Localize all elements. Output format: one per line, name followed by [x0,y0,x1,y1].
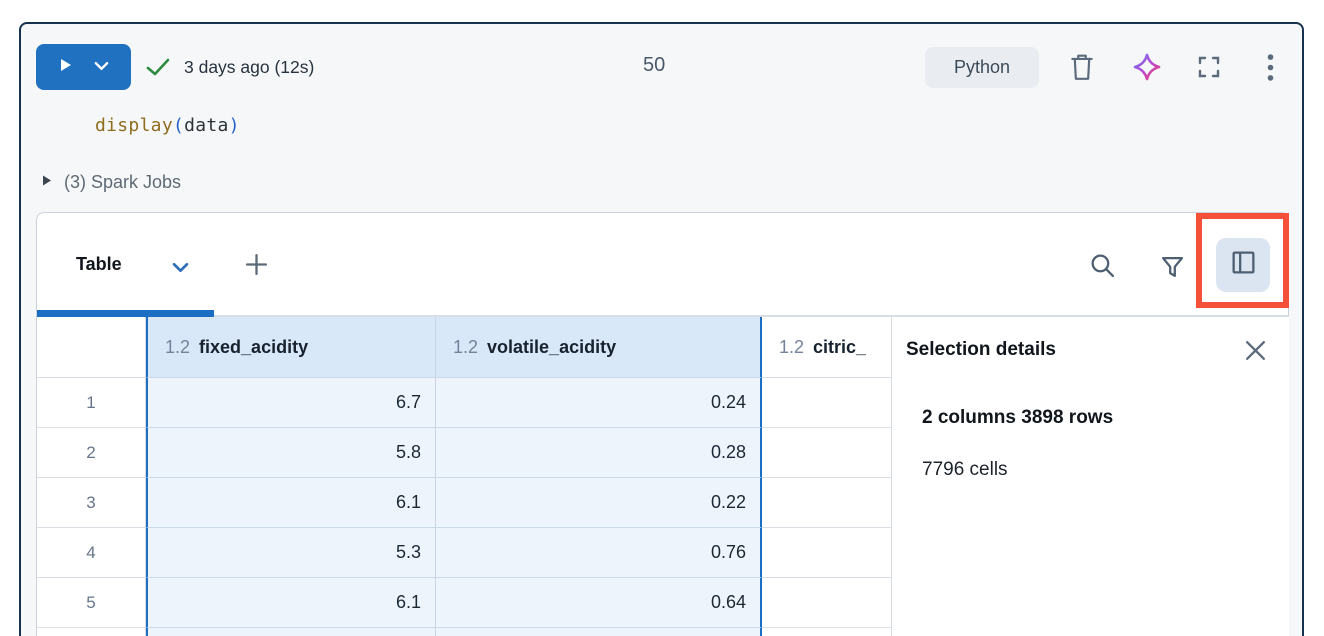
close-icon[interactable] [1244,339,1267,367]
table-cell[interactable]: 0.22 [436,478,762,528]
table-cell[interactable] [436,628,762,636]
assistant-sparkle-icon[interactable] [1132,52,1162,82]
code-paren-open: ( [172,115,185,136]
column-header-volatile-acidity[interactable]: 1.2 volatile_acidity [436,317,762,378]
execution-count: 50 [643,54,666,76]
last-run-status: 3 days ago (12s) [184,57,315,77]
success-check-icon [146,57,170,82]
expand-icon[interactable] [1197,55,1221,79]
annotation-highlight-box [1196,213,1289,308]
notebook-cell-screenshot: 3 days ago (12s) 50 Python display(data)… [0,0,1324,636]
table-cell[interactable]: 6.1 [146,578,436,628]
row-number[interactable]: 5 [37,578,146,628]
row-number-header[interactable] [37,317,146,378]
selection-cell-count: 7796 cells [922,459,1008,480]
row-number[interactable] [37,628,146,636]
row-number[interactable]: 3 [37,478,146,528]
numeric-type-icon: 1.2 [453,336,479,357]
filter-icon[interactable] [1160,254,1185,284]
code-editor-line[interactable]: display(data) [95,115,240,136]
row-number[interactable]: 2 [37,428,146,478]
run-cell-button[interactable] [36,44,131,90]
play-icon [58,57,73,78]
column-header-fixed-acidity[interactable]: 1.2 fixed_acidity [146,317,436,378]
table-cell[interactable] [146,628,436,636]
language-selector[interactable]: Python [925,47,1039,88]
table-cell[interactable]: 6.7 [146,378,436,428]
code-argument: data [184,115,229,136]
language-label: Python [953,57,1011,77]
table-cell[interactable]: 5.8 [146,428,436,478]
row-number[interactable]: 1 [37,378,146,428]
numeric-type-icon: 1.2 [779,336,805,357]
table-cell[interactable]: 0.64 [436,578,762,628]
numeric-type-icon: 1.2 [165,336,191,357]
tab-options-chevron-icon[interactable] [172,260,189,278]
trash-icon[interactable] [1069,53,1095,81]
table-cell[interactable]: 0.24 [436,378,762,428]
table-cell[interactable]: 0.28 [436,428,762,478]
code-function: display [95,115,173,136]
row-number[interactable]: 4 [37,528,146,578]
disclosure-triangle-icon [42,174,52,192]
selection-details-title: Selection details [906,339,1056,360]
spark-jobs-label: (3) Spark Jobs [64,172,182,192]
selection-details-panel: Selection details 2 columns 3898 rows 77… [891,316,1289,636]
spark-jobs-expander[interactable]: (3) Spark Jobs [42,172,181,193]
table-cell[interactable]: 0.76 [436,528,762,578]
kebab-menu-icon[interactable] [1267,54,1274,81]
table-cell[interactable]: 6.1 [146,478,436,528]
code-paren-close: ) [228,115,240,136]
tab-table[interactable]: Table [76,254,122,275]
run-options-chevron-icon[interactable] [94,58,109,76]
table-cell[interactable]: 5.3 [146,528,436,578]
selection-summary: 2 columns 3898 rows [922,407,1114,428]
active-tab-indicator [37,310,214,317]
add-tab-icon[interactable] [245,253,268,281]
search-icon[interactable] [1089,252,1116,284]
